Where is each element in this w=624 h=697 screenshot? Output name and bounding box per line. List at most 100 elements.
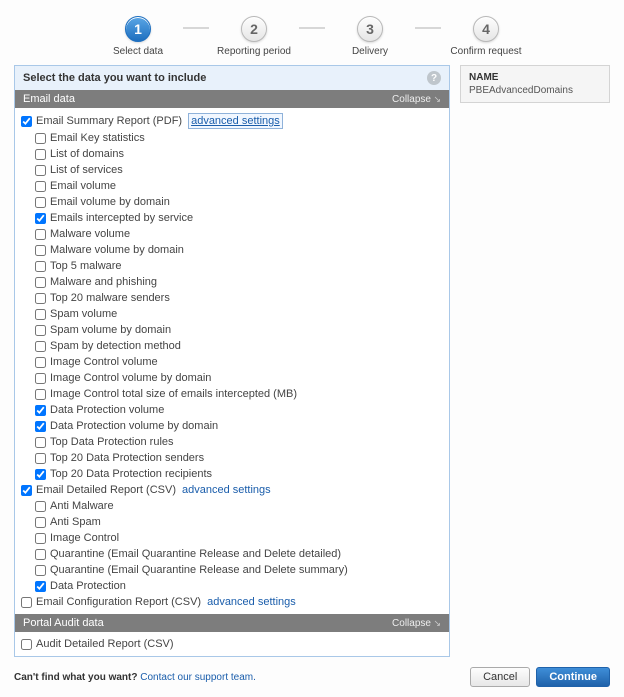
list-item: Top 20 Data Protection recipients xyxy=(21,466,443,482)
collapse-link-portal[interactable]: Collapse xyxy=(392,618,441,629)
item-label: Email volume xyxy=(50,179,116,193)
list-item: Quarantine (Email Quarantine Release and… xyxy=(21,562,443,578)
checkbox[interactable] xyxy=(35,325,46,336)
list-item: Spam volume by domain xyxy=(21,322,443,338)
step-circle: 1 xyxy=(125,16,151,42)
list-item: Top 5 malware xyxy=(21,258,443,274)
step-4[interactable]: 4 Confirm request xyxy=(441,16,531,57)
cancel-button[interactable]: Cancel xyxy=(470,667,530,687)
checkbox[interactable] xyxy=(35,277,46,288)
item-label: Email Key statistics xyxy=(50,131,145,145)
item-label: Email Configuration Report (CSV) xyxy=(36,595,201,609)
checkbox[interactable] xyxy=(35,517,46,528)
step-connector xyxy=(415,27,441,29)
checkbox[interactable] xyxy=(35,357,46,368)
list-item: Image Control volume xyxy=(21,354,443,370)
step-3[interactable]: 3Delivery xyxy=(325,16,415,57)
checkbox[interactable] xyxy=(35,405,46,416)
advanced-settings-link[interactable]: advanced settings xyxy=(188,113,283,129)
item-label: Top 20 Data Protection senders xyxy=(50,451,204,465)
item-label: Audit Detailed Report (CSV) xyxy=(36,637,174,651)
item-label: List of domains xyxy=(50,147,124,161)
item-label: List of services xyxy=(50,163,123,177)
advanced-settings-link[interactable]: advanced settings xyxy=(182,483,271,497)
checkbox[interactable] xyxy=(35,421,46,432)
checkbox[interactable] xyxy=(35,373,46,384)
item-label: Quarantine (Email Quarantine Release and… xyxy=(50,547,341,561)
checkbox[interactable] xyxy=(21,639,32,650)
list-item: Top 20 Data Protection senders xyxy=(21,450,443,466)
checkbox[interactable] xyxy=(35,501,46,512)
list-item: Email volume xyxy=(21,178,443,194)
list-item: Quarantine (Email Quarantine Release and… xyxy=(21,546,443,562)
item-label: Data Protection volume xyxy=(50,403,164,417)
checkbox[interactable] xyxy=(35,293,46,304)
footer: Can't find what you want? Contact our su… xyxy=(14,667,610,687)
item-label: Email Summary Report (PDF) xyxy=(36,114,182,128)
footer-text: Can't find what you want? Contact our su… xyxy=(14,672,256,683)
checkbox[interactable] xyxy=(35,389,46,400)
step-connector xyxy=(299,27,325,29)
checkbox[interactable] xyxy=(35,341,46,352)
item-label: Top 20 Data Protection recipients xyxy=(50,467,212,481)
list-item: Data Protection xyxy=(21,578,443,594)
step-circle: 4 xyxy=(473,16,499,42)
list-item: Image Control total size of emails inter… xyxy=(21,386,443,402)
checkbox[interactable] xyxy=(35,149,46,160)
list-item: Email volume by domain xyxy=(21,194,443,210)
list-item: Emails intercepted by service xyxy=(21,210,443,226)
checkbox[interactable] xyxy=(21,485,32,496)
checkbox[interactable] xyxy=(35,549,46,560)
item-label: Malware and phishing xyxy=(50,275,157,289)
sidebar-value: PBEAdvancedDomains xyxy=(469,85,601,96)
checkbox[interactable] xyxy=(21,116,32,127)
list-item: List of domains xyxy=(21,146,443,162)
step-label: Confirm request xyxy=(450,46,521,57)
checkbox[interactable] xyxy=(35,197,46,208)
list-item: Malware volume by domain xyxy=(21,242,443,258)
section-title-email: Email data xyxy=(23,93,75,105)
item-label: Top Data Protection rules xyxy=(50,435,174,449)
help-icon[interactable]: ? xyxy=(427,71,441,85)
checkbox[interactable] xyxy=(35,261,46,272)
list-item: Data Protection volume by domain xyxy=(21,418,443,434)
checkbox[interactable] xyxy=(35,245,46,256)
checkbox[interactable] xyxy=(35,181,46,192)
advanced-settings-link[interactable]: advanced settings xyxy=(207,595,296,609)
sidebar: NAME PBEAdvancedDomains xyxy=(460,65,610,103)
checkbox[interactable] xyxy=(21,597,32,608)
select-data-panel: Select the data you want to include ? Em… xyxy=(14,65,450,657)
checkbox[interactable] xyxy=(35,165,46,176)
step-connector xyxy=(183,27,209,29)
support-link[interactable]: Contact our support team. xyxy=(140,672,256,683)
stepper: 1Select data 2 Reporting period 3Delivery 4 C… xyxy=(14,16,610,57)
list-item: Data Protection volume xyxy=(21,402,443,418)
item-label: Data Protection volume by domain xyxy=(50,419,218,433)
list-item: Email Summary Report (PDF) advanced setti… xyxy=(21,112,443,130)
step-2[interactable]: 2 Reporting period xyxy=(209,16,299,57)
list-item: Malware volume xyxy=(21,226,443,242)
list-item: Anti Malware xyxy=(21,498,443,514)
step-circle: 2 xyxy=(241,16,267,42)
list-item: Top 20 malware senders xyxy=(21,290,443,306)
checkbox[interactable] xyxy=(35,565,46,576)
continue-button[interactable]: Continue xyxy=(536,667,610,687)
checkbox[interactable] xyxy=(35,469,46,480)
checkbox[interactable] xyxy=(35,453,46,464)
footer-prefix: Can't find what you want? xyxy=(14,672,140,683)
checkbox[interactable] xyxy=(35,229,46,240)
checkbox[interactable] xyxy=(35,133,46,144)
step-label: Reporting period xyxy=(217,46,291,57)
checkbox[interactable] xyxy=(35,533,46,544)
checkbox[interactable] xyxy=(35,437,46,448)
collapse-link-email[interactable]: Collapse xyxy=(392,94,441,105)
list-item: Email Detailed Report (CSV)advanced sett… xyxy=(21,482,443,498)
checkbox[interactable] xyxy=(35,581,46,592)
item-label: Top 20 malware senders xyxy=(50,291,170,305)
item-label: Image Control volume by domain xyxy=(50,371,211,385)
list-item: Malware and phishing xyxy=(21,274,443,290)
item-label: Image Control total size of emails inter… xyxy=(50,387,297,401)
checkbox[interactable] xyxy=(35,213,46,224)
step-1[interactable]: 1Select data xyxy=(93,16,183,57)
checkbox[interactable] xyxy=(35,309,46,320)
